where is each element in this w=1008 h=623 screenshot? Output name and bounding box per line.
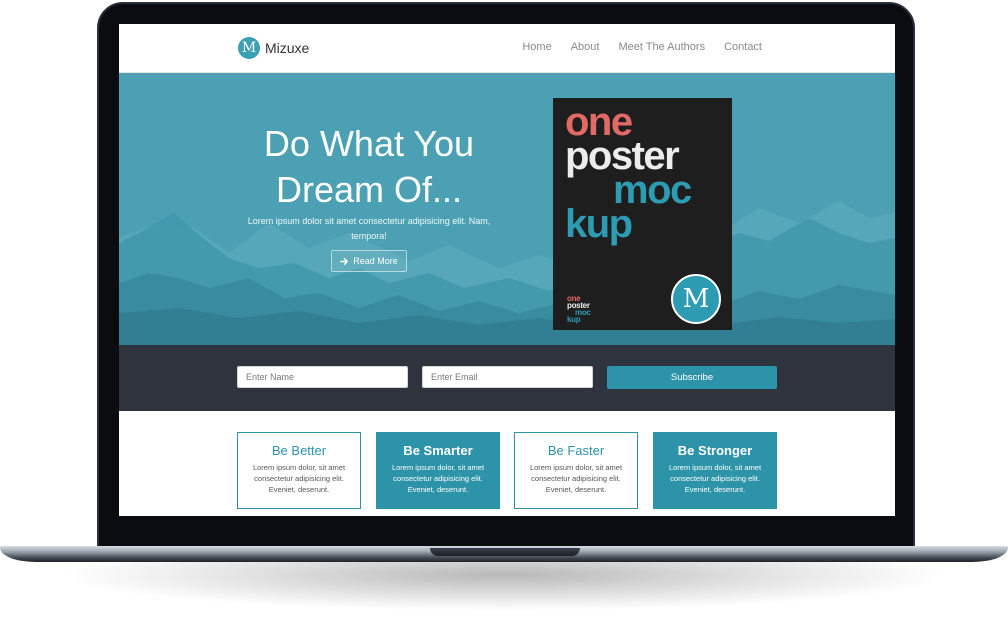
read-more-button[interactable]: Read More — [331, 250, 407, 272]
feature-card-faster: Be Faster Lorem ipsum dolor, sit amet co… — [514, 432, 638, 509]
subscribe-section: Subscribe — [119, 345, 895, 411]
nav-link-about[interactable]: About — [571, 41, 600, 53]
laptop-notch — [430, 548, 580, 556]
feature-text: Lorem ipsum dolor, sit amet consectetur … — [252, 463, 346, 494]
logo-icon: M — [238, 37, 260, 59]
laptop-screen: M Mizuxe Home About Meet The Authors Con… — [119, 24, 895, 516]
subscribe-button[interactable]: Subscribe — [607, 366, 777, 389]
feature-title: Be Faster — [547, 443, 605, 458]
feature-card-smarter: Be Smarter Lorem ipsum dolor, sit amet c… — [376, 432, 500, 509]
hero-title: Do What You Dream Of... — [263, 123, 475, 210]
feature-title: Be Smarter — [403, 443, 473, 458]
email-input[interactable] — [422, 366, 593, 388]
features-section: Be Better Lorem ipsum dolor, sit amet co… — [119, 411, 895, 516]
feature-text: Lorem ipsum dolor, sit amet consectetur … — [668, 463, 762, 494]
brand-logo[interactable]: M Mizuxe — [238, 37, 309, 59]
nav-links: Home About Meet The Authors Contact — [522, 41, 762, 53]
arrow-right-icon — [340, 257, 349, 265]
hero-text: Lorem ipsum dolor sit amet consectetur a… — [247, 216, 491, 241]
feature-title: Be Better — [271, 443, 327, 458]
feature-card-stronger: Be Stronger Lorem ipsum dolor, sit amet … — [653, 432, 777, 509]
feature-text: Lorem ipsum dolor, sit amet consectetur … — [391, 463, 485, 494]
nav-link-contact[interactable]: Contact — [724, 41, 762, 53]
name-input[interactable] — [237, 366, 408, 388]
read-more-label: Read More — [353, 256, 398, 266]
poster-logo-badge: M — [671, 274, 721, 324]
poster-small-kup: kup — [567, 315, 581, 324]
nav-link-authors[interactable]: Meet The Authors — [618, 41, 705, 53]
hero-section: Do What You Dream Of... Lorem ipsum dolo… — [119, 73, 895, 345]
nav-link-home[interactable]: Home — [522, 41, 551, 53]
poster-image: one poster moc kup one poster moc kup M — [553, 98, 732, 330]
poster-word-kup: kup — [565, 202, 633, 246]
brand-name: Mizuxe — [265, 40, 310, 56]
feature-card-better: Be Better Lorem ipsum dolor, sit amet co… — [237, 432, 361, 509]
feature-text: Lorem ipsum dolor, sit amet consectetur … — [529, 463, 623, 494]
navbar: M Mizuxe Home About Meet The Authors Con… — [119, 24, 895, 73]
feature-title: Be Stronger — [677, 443, 753, 458]
